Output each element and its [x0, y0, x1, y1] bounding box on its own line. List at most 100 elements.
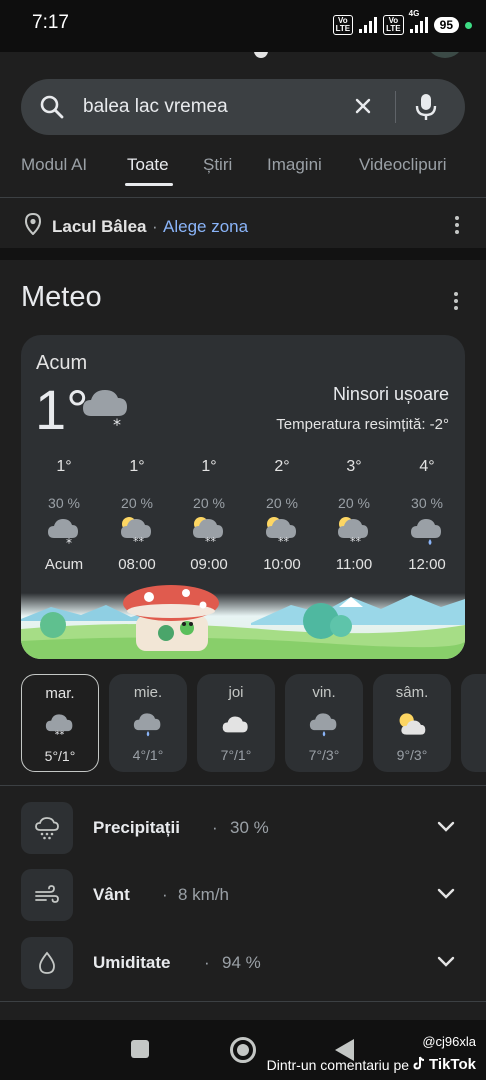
detail-value: 8 km/h: [178, 885, 230, 904]
svg-text:*: *: [113, 415, 121, 432]
detail-row-wind[interactable]: Vânt · 8 km/h: [21, 869, 465, 921]
divider: [0, 1001, 486, 1002]
detail-value: 30 %: [230, 818, 269, 837]
watermark-brand: TikTok: [429, 1056, 476, 1073]
mic-icon[interactable]: [414, 92, 438, 127]
watermark-text: Dintr-un comentariu pe: [266, 1056, 410, 1073]
snow-cloud-icon: *: [81, 382, 133, 437]
day-temp-range: 9°/3°: [396, 747, 428, 763]
svg-text:**: **: [278, 535, 290, 548]
rain-cloud-icon: [391, 514, 463, 548]
hour-temp: 1°: [56, 458, 72, 475]
detail-row-precipitation[interactable]: Precipitații · 30 %: [21, 802, 465, 854]
signal-icon: [359, 17, 378, 33]
day-temp-range: 4°/1°: [132, 747, 164, 763]
detail-separator: ·: [162, 885, 168, 904]
search-bar[interactable]: balea lac vremea: [21, 79, 465, 135]
precipitation-icon: [21, 802, 73, 854]
feels-like: Temperatura resimțită: -2°: [276, 416, 449, 433]
status-bar: 7:17 Vo LTE Vo LTE 4G 95: [0, 0, 486, 52]
network-type: 4G: [408, 9, 420, 18]
tab-imagini[interactable]: Imagini: [267, 155, 322, 175]
hour-precip: 20 %: [121, 495, 153, 511]
hour-time: 08:00: [118, 556, 156, 573]
weather-condition: Ninsori ușoare: [332, 384, 449, 404]
weather-section-title: Meteo: [21, 281, 102, 313]
recent-apps-button[interactable]: [131, 1040, 149, 1058]
hour-temp: 1°: [201, 458, 217, 475]
status-time: 7:17: [32, 12, 69, 33]
hour-time: 09:00: [190, 556, 228, 573]
detail-separator: ·: [212, 818, 218, 837]
detail-separator: ·: [204, 953, 210, 972]
day-temp-range: 7°/1°: [220, 747, 252, 763]
choose-zone-link[interactable]: Alege zona: [163, 217, 248, 237]
cloud-icon: [197, 707, 275, 741]
day-name: vin.: [312, 684, 336, 701]
hourly-forecast-item[interactable]: 1° 20 % ** 09:00: [173, 458, 245, 573]
weather-more-icon[interactable]: [453, 292, 459, 312]
hour-time: 12:00: [408, 556, 446, 573]
hourly-forecast-item[interactable]: 2° 20 % ** 10:00: [246, 458, 318, 573]
day-name: mie.: [133, 684, 163, 701]
hour-precip: 20 %: [266, 495, 298, 511]
day-chip[interactable]: [461, 674, 486, 772]
humidity-drop-icon: [21, 937, 73, 989]
day-chip[interactable]: sâm. 9°/3°: [373, 674, 451, 772]
day-temp-range: 5°/1°: [44, 748, 76, 764]
section-gap: [0, 248, 486, 260]
hour-time: 10:00: [263, 556, 301, 573]
watermark-user: @cj96xla: [422, 1034, 476, 1049]
privacy-dot-icon: [465, 21, 472, 29]
hourly-forecast-item[interactable]: 3° 20 % ** 11:00: [318, 458, 390, 573]
clear-icon[interactable]: [353, 96, 373, 121]
divider: [0, 197, 486, 198]
now-label: Acum: [36, 352, 88, 374]
divider: [0, 785, 486, 786]
weather-card: Acum 1° * Ninsori ușoare Temperatura res…: [21, 335, 465, 659]
hour-precip: 30 %: [48, 495, 80, 511]
snow-cloud-icon: *: [28, 514, 100, 548]
tab-videoclipuri[interactable]: Videoclipuri: [359, 155, 447, 175]
hour-temp: 1°: [129, 458, 145, 475]
home-button[interactable]: [230, 1037, 256, 1063]
chevron-down-icon[interactable]: [437, 955, 455, 973]
chevron-down-icon[interactable]: [437, 820, 455, 838]
search-icon[interactable]: [39, 94, 65, 125]
sun-snow-cloud-icon: **: [246, 514, 318, 548]
hourly-forecast-item[interactable]: 4° 30 % 12:00: [391, 458, 463, 573]
day-name: sâm.: [395, 684, 429, 701]
signal-4g-icon: 4G: [409, 9, 428, 33]
avatar[interactable]: [428, 52, 462, 58]
location-name: Lacul Bâlea: [52, 217, 147, 236]
search-input[interactable]: balea lac vremea: [83, 96, 228, 118]
hourly-forecast-item[interactable]: 1° 20 % ** 08:00: [101, 458, 173, 573]
google-logo-fragment: [254, 52, 268, 58]
hourly-forecast-item[interactable]: 1° 30 % * Acum: [28, 458, 100, 573]
daily-forecast: mar. ** 5°/1° mie. 4°/1° joi 7°/1° vin. …: [21, 674, 486, 772]
location-more-icon[interactable]: [454, 216, 460, 236]
detail-row-humidity[interactable]: Umiditate · 94 %: [21, 937, 465, 989]
svg-text:**: **: [55, 729, 65, 740]
day-chip[interactable]: vin. 7°/3°: [285, 674, 363, 772]
day-chip[interactable]: mar. ** 5°/1°: [21, 674, 99, 772]
search-tabs: Modul AI Toate Știri Imagini Videoclipur…: [0, 155, 486, 199]
tab-modul-ai[interactable]: Modul AI: [21, 155, 87, 175]
battery-indicator: 95: [433, 17, 459, 33]
svg-text:**: **: [205, 535, 217, 548]
hour-time: 11:00: [335, 556, 373, 573]
hour-time: Acum: [44, 556, 84, 573]
tab-stiri[interactable]: Știri: [203, 155, 232, 175]
search-divider: [395, 91, 396, 123]
status-icons: Vo LTE Vo LTE 4G 95: [332, 9, 472, 35]
svg-text:*: *: [66, 536, 72, 548]
day-chip[interactable]: mie. 4°/1°: [109, 674, 187, 772]
hour-temp: 2°: [274, 458, 290, 475]
tab-toate[interactable]: Toate: [127, 155, 169, 175]
day-chip[interactable]: joi 7°/1°: [197, 674, 275, 772]
tiktok-logo-icon: [413, 1056, 425, 1073]
active-tab-indicator: [125, 183, 173, 186]
rain-cloud-icon: [109, 707, 187, 741]
chevron-down-icon[interactable]: [437, 887, 455, 905]
sun-snow-cloud-icon: **: [101, 514, 173, 548]
